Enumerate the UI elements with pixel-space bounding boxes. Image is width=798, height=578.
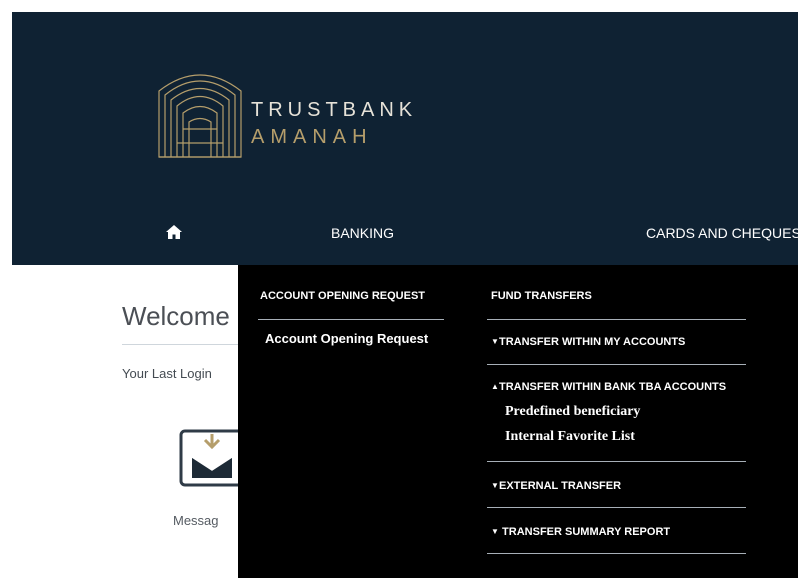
fund-transfers-heading: FUND TRANSFERS	[491, 290, 592, 302]
nav-cards-and-cheques[interactable]: CARDS AND CHEQUES	[646, 225, 798, 241]
caret-up-icon: ▲	[491, 382, 499, 391]
caret-down-icon: ▼	[491, 527, 499, 536]
section-divider-4	[487, 553, 746, 554]
banking-dropdown-menu: ACCOUNT OPENING REQUEST Account Opening …	[238, 265, 798, 578]
predefined-beneficiary-link[interactable]: Predefined beneficiary	[505, 404, 640, 420]
left-column-divider	[258, 319, 444, 320]
home-icon	[166, 225, 182, 239]
nav-banking[interactable]: BANKING	[331, 225, 394, 241]
brand-primary: TRUSTBANK	[251, 99, 418, 121]
section-divider-2	[487, 461, 746, 462]
internal-favorite-list-link[interactable]: Internal Favorite List	[505, 429, 635, 445]
trustbank-logo-icon	[158, 74, 242, 158]
section-divider-1	[487, 364, 746, 365]
top-header: TRUSTBANK AMANAH BANKING CARDS AND CHEQU…	[12, 12, 798, 265]
home-link[interactable]	[164, 224, 184, 240]
account-opening-heading: ACCOUNT OPENING REQUEST	[260, 290, 426, 302]
account-opening-request-link[interactable]: Account Opening Request	[265, 331, 428, 346]
welcome-title: Welcome	[122, 301, 230, 331]
transfer-within-bank-tba-accounts-link[interactable]: ▲TRANSFER WITHIN BANK TBA ACCOUNTS	[491, 381, 726, 393]
message-inbox-icon[interactable]	[179, 426, 245, 488]
external-transfer-link[interactable]: ▼EXTERNAL TRANSFER	[491, 480, 621, 492]
caret-down-icon: ▼	[491, 337, 499, 346]
messages-label: Messag	[173, 513, 219, 528]
brand-secondary: AMANAH	[251, 126, 373, 148]
last-login-text: Your Last Login	[122, 366, 212, 381]
section-divider-3	[487, 507, 746, 508]
fund-transfers-divider	[487, 319, 746, 320]
transfer-within-my-accounts-link[interactable]: ▼TRANSFER WITHIN MY ACCOUNTS	[491, 336, 685, 348]
transfer-summary-report-link[interactable]: ▼ TRANSFER SUMMARY REPORT	[491, 526, 670, 538]
caret-down-icon: ▼	[491, 481, 499, 490]
